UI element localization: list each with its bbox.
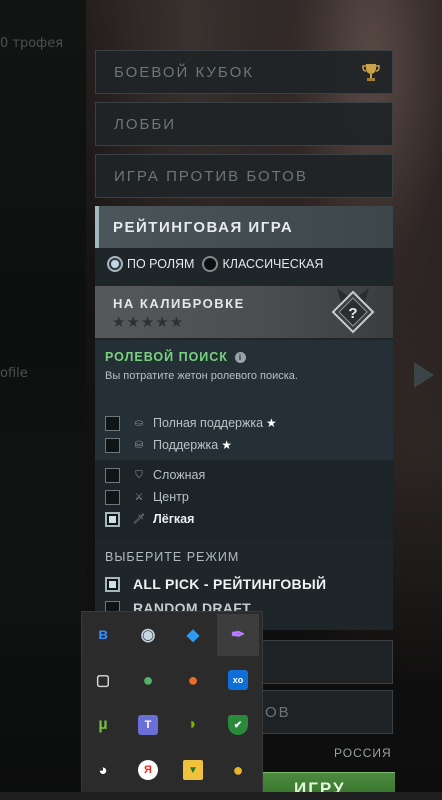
rank-stars: ★★★★★ [112, 314, 185, 331]
bluetooth-icon: ʙ [98, 626, 108, 643]
lower-menu-button[interactable]: ОВ [258, 690, 393, 734]
core-role-section: ⛉ Сложная ⚔ Центр 🗡 Лёгкая [95, 462, 393, 540]
safelane-label: Лёгкая [153, 512, 195, 526]
tray-people[interactable]: ● [172, 659, 214, 701]
soft-support-checkbox[interactable] [105, 437, 120, 453]
battle-cup-button[interactable]: БОЕВОЙ КУБОК [95, 50, 393, 94]
hidden-menu-button[interactable] [258, 640, 393, 684]
taskbar [0, 792, 442, 800]
role-row-hard-support[interactable]: ⛀ Полная поддержка ★ [105, 412, 277, 434]
soft-support-star-icon: ★ [221, 438, 232, 452]
sword-icon: 🗡 [132, 513, 146, 525]
tray-xo[interactable]: xo [217, 659, 259, 701]
support-role-list: ⛀ Полная поддержка ★ ⛁ Поддержка ★ [105, 412, 277, 456]
region-label[interactable]: РОССИЯ [334, 746, 392, 760]
uncalibrated-rank-medal-icon: ? [331, 288, 375, 334]
calibration-title: НА КАЛИБРОВКЕ [113, 296, 245, 311]
malwarebytes-icon: ◆ [186, 627, 200, 644]
globe-icon: ● [142, 669, 154, 690]
discord-icon: ◕ [98, 761, 108, 779]
core-role-list: ⛉ Сложная ⚔ Центр 🗡 Лёгкая [105, 464, 205, 530]
hard-support-icon: ⛀ [134, 417, 144, 429]
tray-discord[interactable]: ◕ [82, 749, 124, 791]
tray-yandex[interactable]: Я [127, 749, 169, 791]
teams-icon: T [138, 715, 158, 735]
next-arrow-icon[interactable] [414, 362, 434, 388]
profile-text: ofile [0, 366, 28, 381]
game-mode-all-pick[interactable]: ALL PICK - РЕЙТИНГОВЫЙ [105, 572, 326, 596]
trophy-count-text: 0 трофея [0, 36, 64, 51]
tray-driver[interactable]: ● [217, 749, 259, 791]
tray-meet-now[interactable]: ▢ [82, 659, 124, 701]
offlane-checkbox[interactable] [105, 467, 120, 483]
role-row-mid[interactable]: ⚔ Центр [105, 486, 205, 508]
xo-icon: xo [228, 670, 248, 690]
soft-support-icon: ⛁ [134, 439, 144, 451]
hard-support-star-icon: ★ [266, 416, 277, 430]
meet-now-icon: ▢ [95, 672, 111, 689]
tray-bluetooth[interactable]: ʙ [82, 614, 124, 656]
role-search-description: Вы потратите жетон ролевого поиска. [105, 370, 298, 382]
mid-label: Центр [153, 490, 189, 504]
lobby-button[interactable]: ЛОББИ [95, 102, 393, 146]
calibration-banner: НА КАЛИБРОВКЕ ★★★★★ ? [95, 286, 393, 338]
role-mode-label[interactable]: ПО РОЛЯМ [127, 257, 194, 271]
role-row-offlane[interactable]: ⛉ Сложная [105, 464, 205, 486]
all-pick-label: ALL PICK - РЕЙТИНГОВЫЙ [133, 576, 327, 592]
offlane-label: Сложная [153, 468, 206, 482]
hard-support-label: Полная поддержка [153, 416, 264, 430]
safelane-checkbox[interactable] [105, 511, 120, 527]
mid-checkbox[interactable] [105, 489, 120, 505]
lower-menu-label: ОВ [265, 703, 291, 721]
tray-defender[interactable]: ✔ [217, 704, 259, 746]
tray-globe[interactable]: ● [127, 659, 169, 701]
all-pick-checkbox[interactable] [105, 576, 120, 592]
info-icon[interactable]: i [234, 351, 246, 363]
tray-malwarebytes[interactable]: ◆ [172, 614, 214, 656]
folder-sync-icon: ▼ [183, 760, 203, 780]
tray-steam[interactable]: ◉ [127, 614, 169, 656]
utorrent-icon: µ [98, 716, 108, 733]
role-search-title-text: РОЛЕВОЙ ПОИСК [105, 350, 228, 364]
classic-mode-radio[interactable] [202, 256, 219, 272]
bot-match-button[interactable]: ИГРА ПРОТИВ БОТОВ [95, 154, 393, 198]
crossed-swords-icon: ⚔ [134, 491, 144, 503]
steam-icon: ◉ [140, 625, 156, 644]
hard-support-checkbox[interactable] [105, 415, 120, 431]
yandex-icon: Я [138, 760, 158, 780]
select-mode-header: ВЫБЕРИТЕ РЕЖИМ [105, 550, 240, 564]
role-search-section: РОЛЕВОЙ ПОИСК i Вы потратите жетон ролев… [95, 340, 393, 460]
role-mode-radio[interactable] [107, 256, 123, 272]
role-row-safelane[interactable]: 🗡 Лёгкая [105, 508, 205, 530]
bot-match-label: ИГРА ПРОТИВ БОТОВ [114, 167, 308, 185]
lobby-label: ЛОББИ [114, 115, 176, 133]
ranked-panel: РЕЙТИНГОВАЯ ИГРА ПО РОЛЯМ КЛАССИЧЕСКАЯ Н… [95, 206, 393, 630]
nvidia-icon: ◗ [188, 716, 198, 733]
tray-teams[interactable]: T [127, 704, 169, 746]
people-icon: ● [187, 669, 199, 690]
defender-shield-icon: ✔ [228, 715, 248, 735]
trophy-icon [362, 64, 380, 81]
tray-folder-sync[interactable]: ▼ [172, 749, 214, 791]
ranked-header[interactable]: РЕЙТИНГОВАЯ ИГРА [95, 206, 393, 248]
role-row-soft-support[interactable]: ⛁ Поддержка ★ [105, 434, 277, 456]
matchmaking-mode-selector: ПО РОЛЯМ КЛАССИЧЕСКАЯ [107, 256, 331, 272]
driver-icon: ● [232, 759, 244, 780]
tray-nvidia[interactable]: ◗ [172, 704, 214, 746]
role-search-title: РОЛЕВОЙ ПОИСК i [105, 350, 246, 364]
system-tray-overflow: ʙ ◉ ◆ ✒ ▢ ● ● xo µ T ◗ ✔ ◕ Я ▼ ● [81, 611, 263, 800]
tray-utorrent[interactable]: µ [82, 704, 124, 746]
classic-mode-label[interactable]: КЛАССИЧЕСКАЯ [222, 257, 323, 271]
left-side-panel [0, 0, 86, 800]
tray-feather[interactable]: ✒ [217, 614, 259, 656]
soft-support-label: Поддержка [153, 438, 219, 452]
battle-cup-label: БОЕВОЙ КУБОК [114, 63, 254, 81]
feather-icon: ✒ [230, 625, 246, 644]
shield-icon: ⛉ [135, 469, 143, 481]
rank-question-mark: ? [348, 305, 357, 322]
ranked-title: РЕЙТИНГОВАЯ ИГРА [113, 218, 294, 236]
